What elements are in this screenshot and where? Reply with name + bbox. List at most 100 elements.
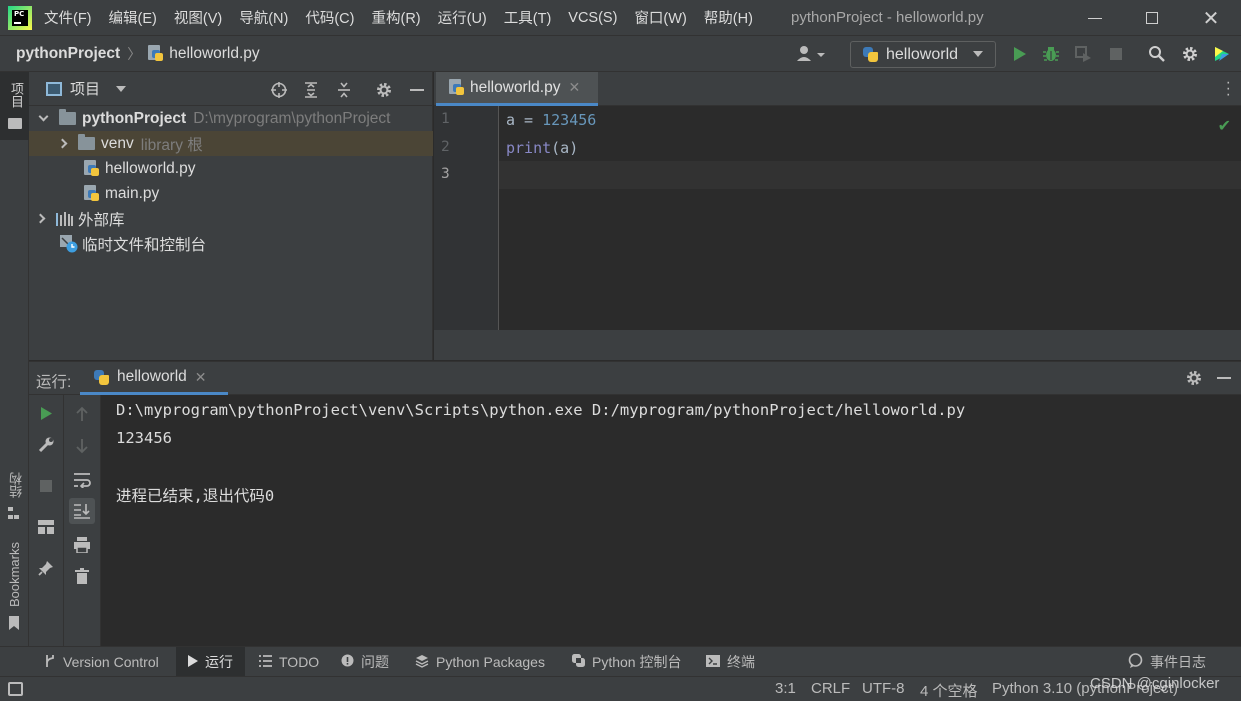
chevron-right-icon[interactable] bbox=[57, 138, 68, 149]
search-icon[interactable] bbox=[1147, 44, 1167, 64]
wrench-icon[interactable] bbox=[33, 432, 59, 458]
run-panel-label: 运行: bbox=[36, 374, 72, 391]
tab-python-console[interactable]: Python 控制台 bbox=[564, 647, 689, 677]
status-indent[interactable]: 4 个空格 bbox=[920, 680, 978, 701]
chevron-down-icon[interactable] bbox=[116, 85, 127, 92]
tool-window-bookmarks[interactable]: Bookmarks bbox=[0, 542, 29, 634]
coverage-icon[interactable] bbox=[1073, 44, 1093, 64]
tool-window-structure[interactable]: 结构 bbox=[0, 472, 29, 534]
console-line: 进程已结束,退出代码0 bbox=[116, 487, 275, 505]
tree-item-main[interactable]: main.py bbox=[29, 181, 433, 206]
menu-bar: PC 文件(F) 编辑(E) 视图(V) 导航(N) 代码(C) 重构(R) 运… bbox=[0, 0, 1241, 36]
status-line-separator[interactable]: CRLF bbox=[811, 680, 850, 697]
collapse-all-icon[interactable] bbox=[334, 80, 354, 100]
run-icon[interactable] bbox=[1010, 44, 1030, 64]
menu-refactor[interactable]: 重构(R) bbox=[371, 7, 420, 28]
code-editor[interactable]: a = 123456 print(a) ✔ bbox=[499, 106, 1241, 330]
editor-tab-label: helloworld.py bbox=[470, 78, 561, 96]
menu-navigate[interactable]: 导航(N) bbox=[239, 7, 288, 28]
print-icon[interactable] bbox=[69, 532, 95, 558]
hide-panel-icon[interactable] bbox=[407, 80, 427, 100]
close-icon[interactable]: ✕ bbox=[1199, 6, 1223, 30]
stop-icon[interactable] bbox=[33, 473, 59, 499]
settings-gear-icon[interactable] bbox=[1180, 44, 1200, 64]
arrow-down-icon[interactable] bbox=[69, 433, 95, 459]
watermark: CSDN @cginlocker bbox=[1090, 675, 1220, 692]
debug-icon[interactable] bbox=[1041, 44, 1061, 64]
tab-todo[interactable]: TODO bbox=[251, 647, 327, 677]
play-icon bbox=[188, 654, 198, 670]
tab-label: Version Control bbox=[63, 654, 159, 670]
tab-label: 问题 bbox=[361, 654, 389, 670]
tab-problems[interactable]: 问题 bbox=[333, 647, 397, 677]
tree-item-helloworld[interactable]: helloworld.py bbox=[29, 156, 433, 181]
toggle-tool-windows-icon[interactable] bbox=[8, 682, 23, 696]
rerun-icon[interactable] bbox=[33, 400, 59, 426]
bottom-tool-tabs: Version Control 运行 TODO 问题 Python Packag… bbox=[0, 646, 1241, 677]
tab-terminal[interactable]: 终端 bbox=[698, 647, 763, 677]
tree-item-label: helloworld.py bbox=[105, 159, 196, 177]
pin-icon[interactable] bbox=[33, 555, 59, 581]
tab-label: Python Packages bbox=[436, 654, 545, 670]
tab-event-log[interactable]: 事件日志 bbox=[1120, 647, 1214, 677]
soft-wrap-icon[interactable] bbox=[69, 467, 95, 493]
locate-target-icon[interactable] bbox=[269, 80, 289, 100]
expand-all-icon[interactable] bbox=[301, 80, 321, 100]
chevron-down-icon bbox=[973, 51, 983, 57]
code-line-2[interactable]: print(a) bbox=[506, 139, 578, 157]
tab-python-packages[interactable]: Python Packages bbox=[407, 647, 553, 677]
minimize-icon[interactable] bbox=[1083, 6, 1107, 30]
menu-help[interactable]: 帮助(H) bbox=[704, 7, 753, 28]
tab-close-icon[interactable]: ✕ bbox=[568, 79, 580, 96]
status-encoding[interactable]: UTF-8 bbox=[862, 680, 905, 697]
layers-icon bbox=[415, 654, 429, 671]
menu-tools[interactable]: 工具(T) bbox=[504, 7, 552, 28]
more-options-icon[interactable]: · · · bbox=[1226, 75, 1231, 103]
python-file-icon bbox=[84, 160, 99, 177]
tree-item-scratches[interactable]: 临时文件和控制台 bbox=[29, 231, 433, 256]
menu-run[interactable]: 运行(U) bbox=[438, 7, 487, 28]
editor-tab-helloworld[interactable]: helloworld.py ✕ bbox=[436, 72, 598, 106]
menu-edit[interactable]: 编辑(E) bbox=[109, 7, 157, 28]
run-tab-helloworld[interactable]: helloworld ✕ bbox=[80, 362, 228, 395]
menu-window[interactable]: 窗口(W) bbox=[634, 7, 686, 28]
breadcrumb-file[interactable]: helloworld.py bbox=[169, 45, 259, 63]
tree-item-external-libraries[interactable]: 外部库 bbox=[29, 206, 433, 231]
tree-item-venv[interactable]: venv library 根 bbox=[29, 131, 433, 156]
menu-vcs[interactable]: VCS(S) bbox=[568, 10, 617, 26]
trash-icon[interactable] bbox=[69, 563, 95, 589]
menu-file[interactable]: 文件(F) bbox=[44, 7, 92, 28]
tree-item-project-root[interactable]: pythonProject D:\myprogram\pythonProject bbox=[29, 106, 433, 131]
menu-code[interactable]: 代码(C) bbox=[305, 7, 354, 28]
chevron-right-icon[interactable] bbox=[35, 213, 46, 224]
jetbrains-toolbox-icon[interactable] bbox=[1212, 44, 1232, 64]
code-line-1[interactable]: a = 123456 bbox=[506, 111, 596, 129]
tab-version-control[interactable]: Version Control bbox=[36, 647, 167, 677]
layout-icon[interactable] bbox=[33, 514, 59, 540]
run-toolbar-primary bbox=[29, 395, 64, 646]
editor-bottom-area bbox=[434, 330, 1241, 360]
scroll-to-end-icon[interactable] bbox=[69, 498, 95, 524]
line-number: 2 bbox=[441, 139, 450, 155]
python-file-icon bbox=[148, 45, 164, 62]
tool-window-bookmarks-label: Bookmarks bbox=[7, 542, 22, 608]
hide-panel-icon[interactable] bbox=[1217, 377, 1231, 379]
tool-window-project[interactable]: 项目 bbox=[0, 72, 29, 140]
run-console[interactable]: D:\myprogram\pythonProject\venv\Scripts\… bbox=[101, 395, 1241, 646]
maximize-icon[interactable] bbox=[1140, 6, 1164, 30]
project-settings-gear-icon[interactable] bbox=[374, 80, 394, 100]
tab-run[interactable]: 运行 bbox=[176, 647, 245, 677]
menu-view[interactable]: 视图(V) bbox=[174, 7, 222, 28]
inspection-ok-icon[interactable]: ✔ bbox=[1218, 116, 1231, 136]
status-caret-position[interactable]: 3:1 bbox=[775, 680, 796, 697]
breadcrumb-project[interactable]: pythonProject bbox=[16, 45, 120, 63]
run-configuration-select[interactable]: helloworld bbox=[850, 41, 996, 68]
stop-icon[interactable] bbox=[1106, 44, 1126, 64]
arrow-up-icon[interactable] bbox=[69, 401, 95, 427]
user-account-icon[interactable] bbox=[795, 44, 829, 64]
project-panel-title[interactable]: 项目 bbox=[70, 78, 100, 99]
tab-close-icon[interactable]: ✕ bbox=[195, 369, 207, 386]
chevron-down-icon[interactable] bbox=[38, 111, 49, 122]
run-settings-gear-icon[interactable] bbox=[1185, 369, 1203, 392]
folder-icon bbox=[78, 134, 95, 150]
